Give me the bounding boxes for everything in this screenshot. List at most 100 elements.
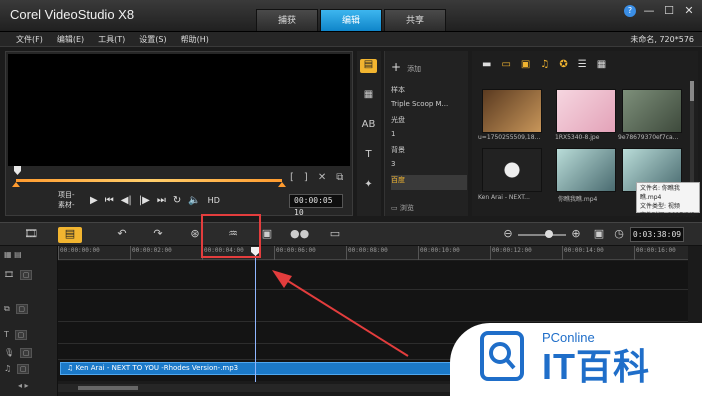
zoom-out-icon[interactable]: ⊖ (502, 227, 514, 243)
thumbnail-caption: 1RX5340-8.jpe (555, 134, 600, 141)
help-icon[interactable]: ? (624, 5, 636, 17)
video-thumbnail[interactable] (556, 148, 616, 192)
library-item-background[interactable]: 背景 (391, 145, 467, 160)
mode-project[interactable]: 项目- (58, 190, 75, 200)
preview-screen[interactable] (8, 54, 350, 166)
overlay-track-header[interactable]: ⧉ ▢ (4, 304, 54, 316)
preview-timecode[interactable]: 00:00:05 10 (289, 194, 343, 217)
filter-icon[interactable]: ✦ (360, 179, 377, 193)
library-category-strip: ▤ ▦ AB T ✦ (357, 51, 381, 216)
library-item-sample[interactable]: 样本 (391, 85, 467, 100)
volume-icon[interactable]: 🔈 (188, 195, 200, 206)
show-video-icon[interactable]: ▭ (501, 59, 510, 70)
audio-thumbnail[interactable] (482, 148, 542, 192)
tab-capture[interactable]: 捕获 (256, 9, 318, 31)
project-info: 未命名, 720*576 (630, 35, 694, 44)
watermark-brand-big: IT百科 (542, 346, 650, 387)
maximize-button[interactable]: ☐ (662, 4, 676, 18)
tab-edit[interactable]: 编辑 (320, 9, 382, 31)
zoom-slider-track[interactable] (518, 234, 566, 236)
library-items: 样本 Triple Scoop M... 光盘 1 背景 3 百度 (391, 85, 467, 190)
redo-icon[interactable]: ↷ (150, 227, 166, 243)
media-thumbnail[interactable] (622, 89, 682, 133)
track-lock-icon[interactable]: ▢ (14, 330, 27, 340)
media-category-icon[interactable]: ▤ (360, 59, 377, 73)
library-item-1[interactable]: 1 (391, 130, 467, 145)
enlarge-icon[interactable]: ⧉ (336, 172, 343, 183)
thumb-view-icon[interactable]: ▦ (597, 59, 606, 70)
instant-project-icon[interactable]: ▦ (360, 89, 377, 103)
library-item-baidu[interactable]: 百度 (391, 175, 467, 190)
thumbnail-caption: u=1750255509,18... (478, 134, 541, 141)
tooltip-filetype: 文件类型: 视频 (640, 203, 680, 210)
music-track-header[interactable]: ♫ ▢ (4, 364, 54, 376)
scrubber-handle[interactable] (14, 166, 21, 175)
thumbnail-caption: Ken Arai - NEXT... (478, 194, 530, 201)
ruler-label: 00:00:08:00 (348, 247, 388, 254)
storyboard-view-icon[interactable]: ▤ (58, 227, 82, 243)
scrubber-track[interactable] (16, 179, 282, 182)
end-icon[interactable]: ⏭ (157, 195, 166, 206)
title-track-header[interactable]: T ▢ (4, 330, 54, 342)
import-folder-icon[interactable]: ▬ (482, 59, 491, 70)
minimize-button[interactable]: — (642, 4, 656, 18)
show-fx-icon[interactable]: ✪ (559, 59, 567, 70)
ruler-label: 00:00:02:00 (132, 247, 172, 254)
repeat-icon[interactable]: ↻ (173, 195, 181, 206)
list-view-icon[interactable]: ☰ (578, 59, 587, 70)
tab-share[interactable]: 共享 (384, 9, 446, 31)
show-photo-icon[interactable]: ▣ (521, 59, 530, 70)
mark-in-icon[interactable]: [ (290, 172, 294, 183)
fit-project-icon[interactable]: ▣ (592, 227, 606, 243)
subtitle-icon[interactable]: ▭ (326, 227, 344, 243)
project-duration[interactable]: 0:03:38:09 (630, 227, 684, 242)
voice-track-header[interactable]: 🎙 ▢ (4, 348, 54, 360)
show-audio-icon[interactable]: ♫ (540, 59, 549, 70)
media-thumbnail[interactable] (482, 89, 542, 133)
close-button[interactable]: ✕ (682, 4, 696, 18)
media-thumbnail[interactable] (556, 89, 616, 133)
mark-out-handle[interactable] (278, 182, 286, 187)
library-item-triple-scoop[interactable]: Triple Scoop M... (391, 100, 467, 115)
mark-in-handle[interactable] (12, 182, 20, 187)
library-item-3[interactable]: 3 (391, 160, 467, 175)
menu-help[interactable]: 帮助(H) (181, 34, 209, 45)
magnifier-logo-icon (480, 331, 524, 381)
hd-toggle[interactable]: HD (208, 196, 220, 205)
menu-tools[interactable]: 工具(T) (98, 34, 125, 45)
zoom-slider-knob[interactable] (545, 230, 553, 238)
track-lock-icon[interactable]: ▢ (20, 348, 33, 358)
add-folder-button[interactable]: + 添加 (391, 60, 421, 74)
split-icon[interactable]: ✕ (318, 172, 326, 183)
track-lock-icon[interactable]: ▢ (20, 270, 33, 280)
thumbnail-caption: 9e78679370ef7ca... (618, 134, 679, 141)
prev-frame-icon[interactable]: ◀| (121, 195, 132, 206)
video-track-header[interactable]: 🎞 ▢ (4, 270, 54, 282)
track-manager-icon[interactable]: ▦ ▤ (4, 250, 54, 262)
library-item-disc[interactable]: 光盘 (391, 115, 467, 130)
menu-settings[interactable]: 设置(S) (139, 34, 166, 45)
plus-icon: + (391, 60, 402, 74)
mode-clip[interactable]: 素材- (58, 200, 75, 210)
browse-button[interactable]: ▭ 浏览 (391, 203, 414, 213)
audio-clip[interactable]: ♫ Ken Arai - NEXT TO YOU -Rhodes Version… (60, 362, 500, 375)
menu-edit[interactable]: 编辑(E) (57, 34, 84, 45)
zoom-in-icon[interactable]: ⊕ (570, 227, 582, 243)
transition-icon[interactable]: AB (360, 119, 377, 133)
title-icon[interactable]: T (360, 149, 377, 163)
track-lock-icon[interactable]: ▢ (17, 364, 30, 374)
play-icon[interactable]: ▶ (90, 195, 98, 206)
watermark-brand-small: PConline (542, 330, 595, 345)
ruler-label: 00:00:14:00 (564, 247, 604, 254)
track-lock-icon[interactable]: ▢ (15, 304, 28, 314)
add-folder-label: 添加 (407, 65, 422, 73)
next-frame-icon[interactable]: |▶ (139, 195, 150, 206)
timeline-ruler[interactable]: 00:00:00:00 00:00:02:00 00:00:04:00 00:0… (58, 246, 688, 260)
timeline-view-icon[interactable]: 🎞 (20, 227, 42, 243)
menu-file[interactable]: 文件(F) (16, 34, 43, 45)
undo-icon[interactable]: ↶ (114, 227, 130, 243)
mark-out-icon[interactable]: ] (304, 172, 308, 183)
motion-track-icon[interactable]: ●● (290, 227, 309, 243)
scroll-arrows-icon[interactable]: ◂ ▸ (18, 381, 29, 390)
home-icon[interactable]: ⏮ (105, 195, 114, 206)
